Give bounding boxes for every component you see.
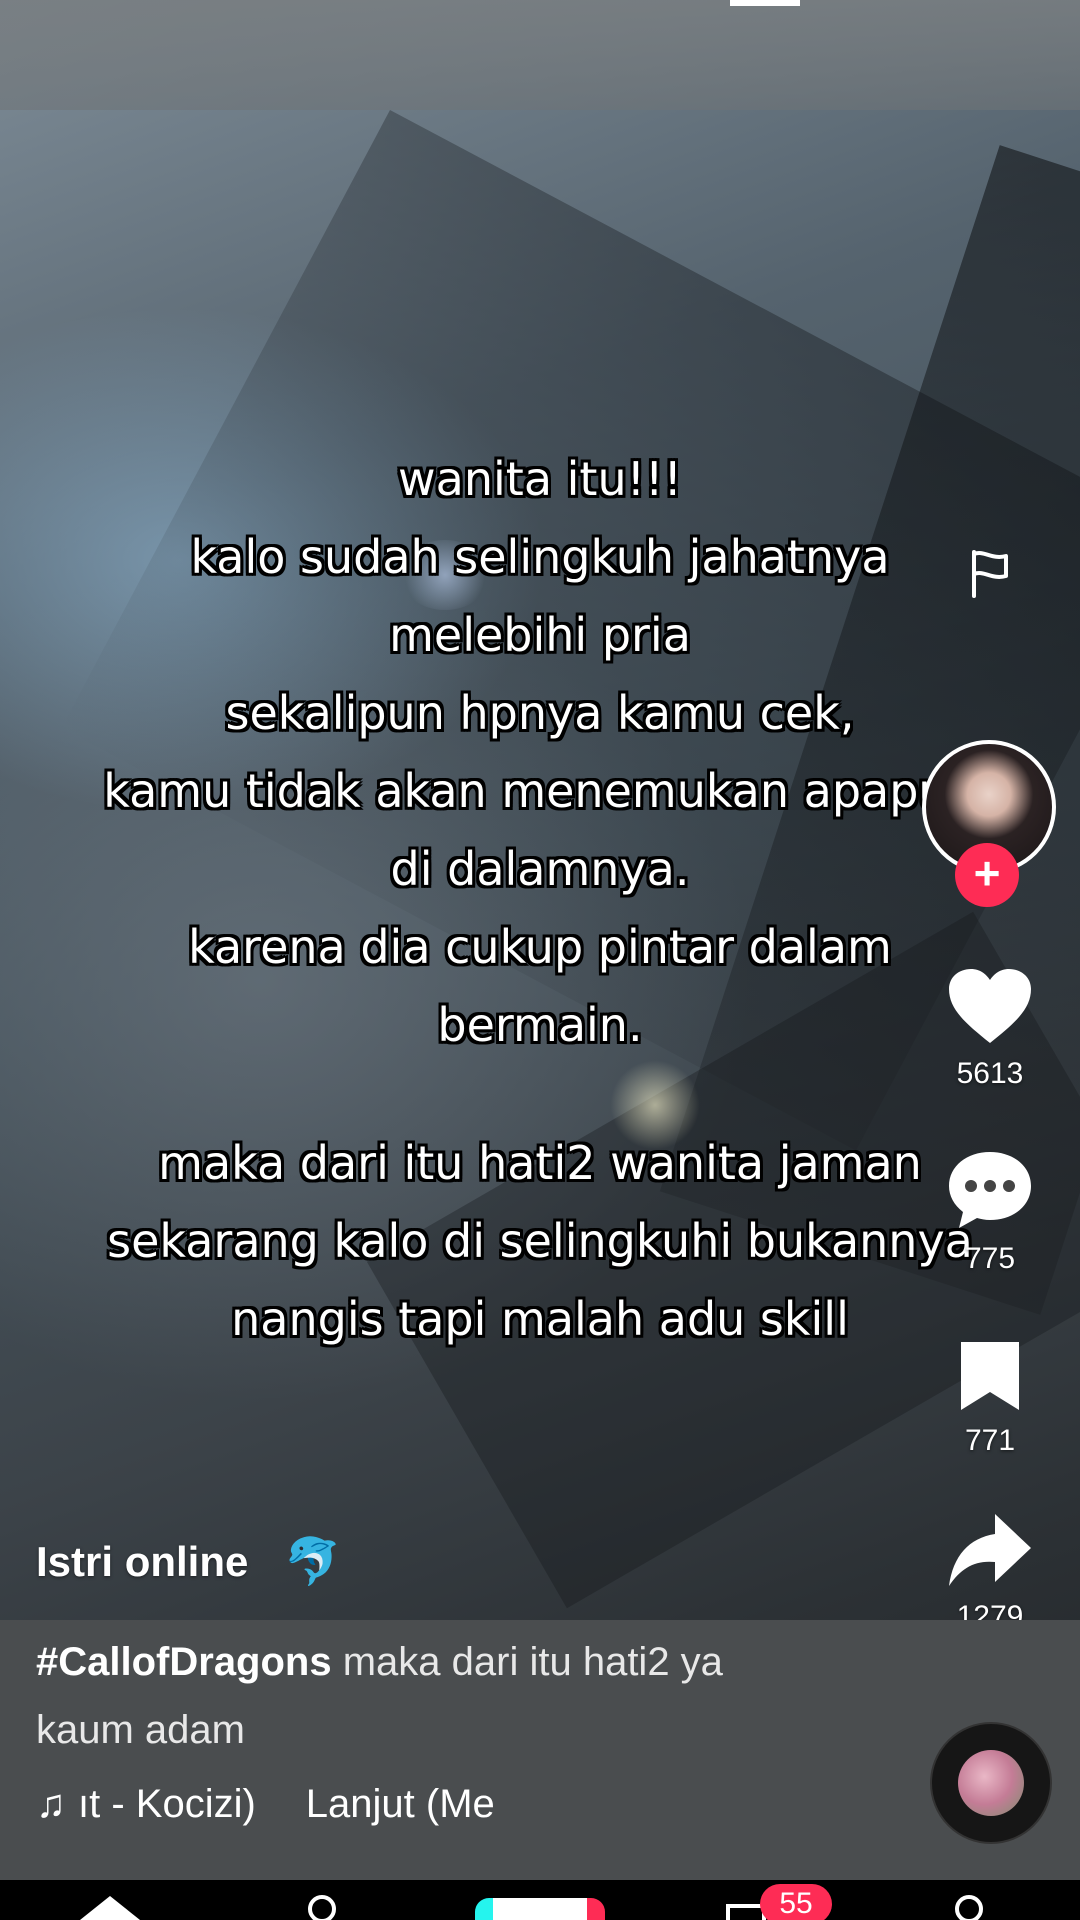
caption-line: sekalipun hpnya kamu cek, [225,686,855,740]
home-icon[interactable] [80,1896,140,1920]
video-caption-overlay: wanita itu!!! kalo sudah selingkuh jahat… [40,440,1040,1358]
tab-indicator [730,0,800,6]
music-note-icon: ♫ [36,1782,66,1826]
heart-icon [949,969,1031,1043]
save-count: 771 [964,1424,1016,1457]
caption-line: maka dari itu hati2 wanita jaman [158,1136,922,1190]
video-player[interactable]: wanita itu!!! kalo sudah selingkuh jahat… [0,0,1080,1920]
music-title-part: ıt - Kocizi) [78,1782,256,1826]
creator-avatar-button[interactable]: + [922,740,1056,907]
create-button[interactable] [475,1898,605,1920]
caption-line: melebihi pria [389,608,691,662]
caption-line: karena dia cukup pintar dalam [188,920,892,974]
caption-line: sekarang kalo di selingkuhi bukannya [107,1214,973,1268]
music-title-part: Lanjut (Me [305,1782,495,1826]
comment-count: 775 [964,1242,1016,1275]
flag-icon [972,550,1008,598]
hashtag-link[interactable]: #CallofDragons [36,1640,332,1684]
share-button[interactable]: 1279 [940,1510,1040,1634]
caption-line: wanita itu!!! [398,452,682,506]
dolphin-emoji-icon: 🐬 [284,1535,342,1587]
music-ticker[interactable]: ♫ ıt - Kocizi) Lanjut (Me [36,1782,495,1827]
save-button[interactable]: 771 [940,1338,1040,1458]
caption-line: kalo sudah selingkuh jahatnya [190,530,890,584]
author-name[interactable]: Istri online [36,1538,248,1586]
caption-line: di dalamnya. [390,842,690,896]
caption-line: kamu tidak akan menemukan apapun [103,764,977,818]
profile-icon[interactable] [955,1895,983,1920]
share-arrow-icon [949,1514,1031,1586]
like-count: 5613 [956,1057,1024,1090]
inbox-badge: 55 [760,1884,832,1920]
comment-button[interactable]: 775 [940,1148,1040,1276]
top-bar [0,0,1080,110]
friends-icon[interactable] [308,1895,336,1920]
caption-line: nangis tapi malah adu skill [231,1292,849,1346]
report-button[interactable] [950,548,1030,598]
post-description[interactable]: #CallofDragons maka dari itu hati2 ya ka… [36,1628,776,1764]
music-cover [958,1750,1024,1816]
music-disc-button[interactable] [930,1722,1052,1844]
comment-bubble-icon [949,1152,1031,1228]
bookmark-icon [961,1342,1019,1410]
caption-line: bermain. [437,998,643,1052]
like-button[interactable]: 5613 [940,965,1040,1091]
follow-button[interactable]: + [955,843,1019,907]
caption-gap [40,1064,1040,1124]
